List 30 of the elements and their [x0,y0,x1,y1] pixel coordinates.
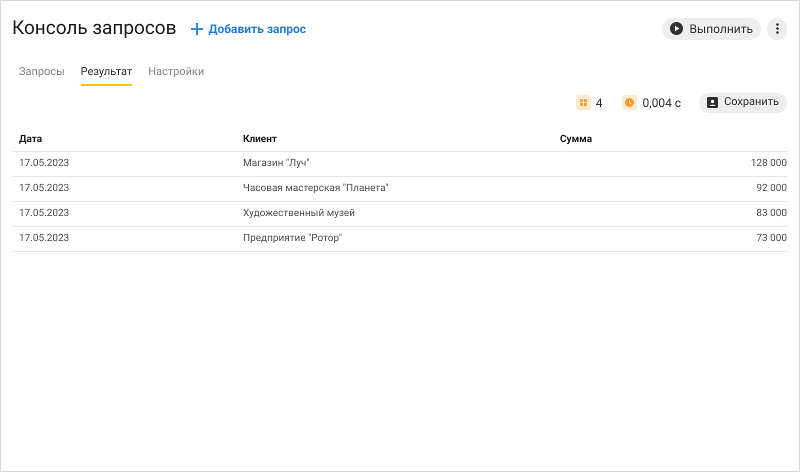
column-header: Клиент [243,132,278,146]
table-cell-text: 17.05.2023 [18,157,70,171]
table-cell-text: 92 000 [755,182,787,196]
duration: 0,004 с [642,94,682,112]
plus-icon [190,22,202,34]
column-header: Сумма [560,132,594,146]
table-cell-text: 128 000 [750,157,787,171]
table-cell-text: Магазин "Луч" [243,157,311,171]
page-title: Консоль запросов [12,15,176,42]
table-cell-text: 83 000 [755,207,787,221]
table-cell-text: 17.05.2023 [18,207,70,221]
more-button[interactable] [767,18,787,40]
tab[interactable]: Результат [80,64,132,86]
table-cell-text: 73 000 [755,232,787,246]
table-cell-text: Предприятие "Ротор" [243,232,344,246]
clock-icon [622,95,638,110]
table-cell-text: 17.05.2023 [18,182,70,196]
run-button[interactable]: Выполнить [662,18,761,40]
table-icon [576,95,591,110]
table-cell-text: Художественный музей [243,207,356,221]
add-query-button[interactable]: Добавить запрос [190,20,306,38]
row-count: 4 [596,94,602,112]
play-icon [670,22,684,35]
table-cell-text: 17.05.2023 [18,232,70,246]
save-button[interactable]: Сохранить [699,92,787,112]
tab[interactable]: Запросы [19,64,65,86]
column-header: Дата [18,132,44,146]
tab[interactable]: Настройки [148,64,204,86]
more-icon [776,23,778,34]
table-cell-text: Часовая мастерская "Планета" [243,182,390,196]
